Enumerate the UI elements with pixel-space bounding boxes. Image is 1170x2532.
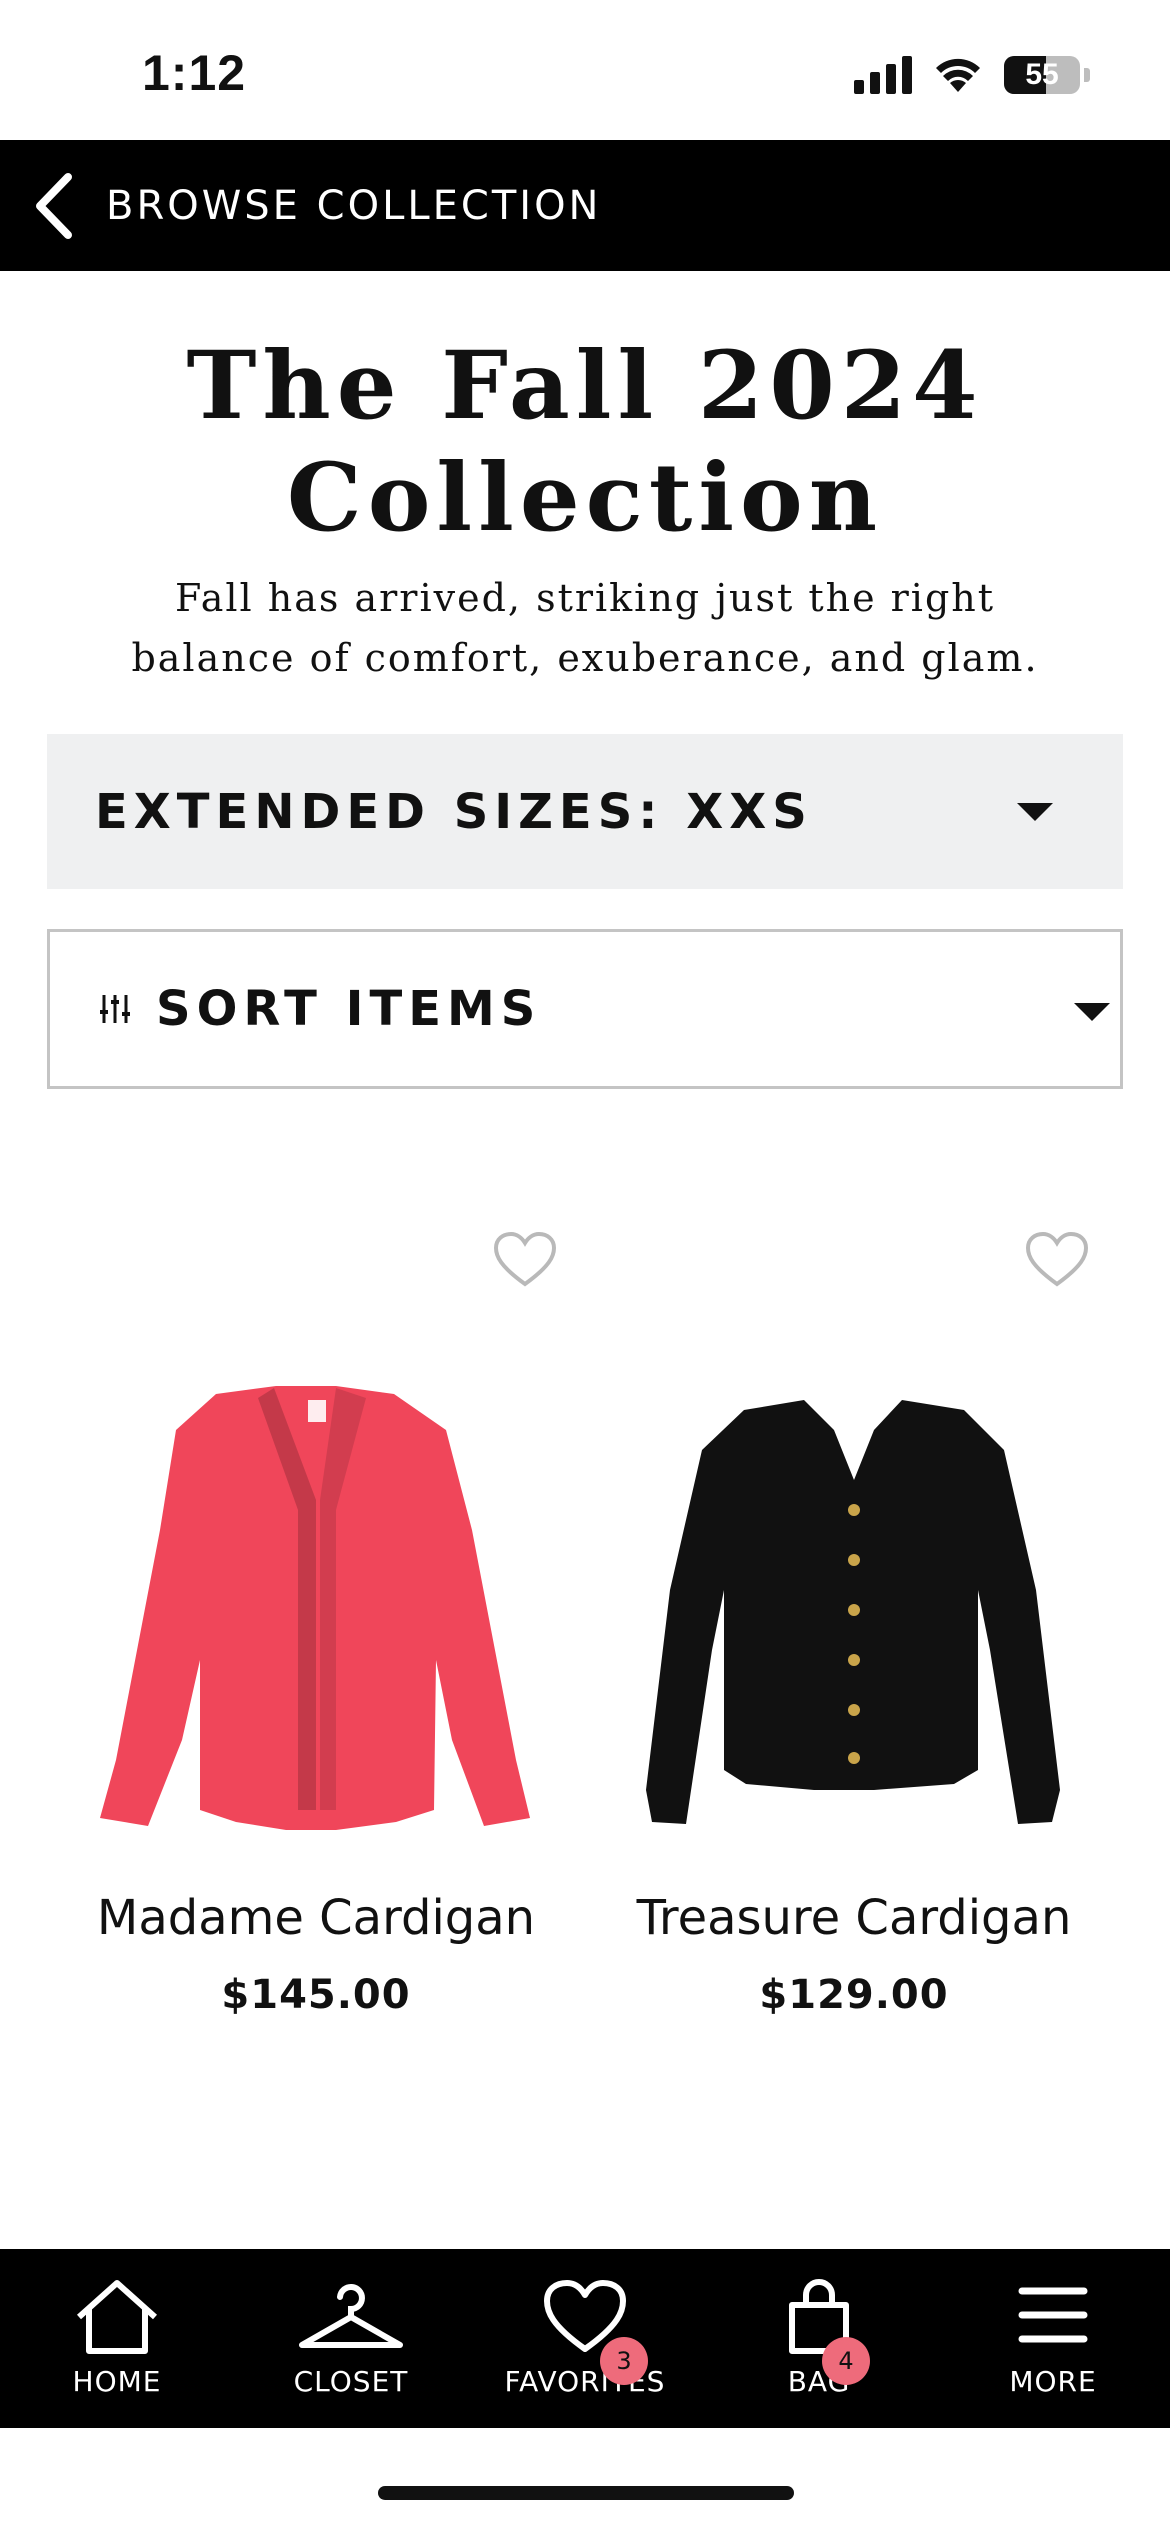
page-title: The Fall 2024 Collection: [186, 331, 984, 553]
size-filter-label: EXTENDED SIZES: XXS: [95, 783, 813, 840]
top-nav-bar: BROWSE COLLECTION: [0, 140, 1170, 271]
bottom-tab-bar: HOME CLOSET FAVORITES 3 BAG 4 MORE: [0, 2249, 1170, 2428]
chevron-left-icon: [36, 172, 72, 239]
heart-outline-icon: [493, 1231, 557, 1287]
favorite-button[interactable]: [492, 1230, 558, 1290]
favorite-button[interactable]: [1024, 1230, 1090, 1290]
signal-icon: [854, 56, 912, 94]
status-time: 1:12: [142, 45, 247, 101]
product-image[interactable]: [36, 1290, 596, 1990]
product-price: $145.00: [221, 1972, 411, 2018]
tab-home-label: HOME: [72, 2365, 162, 2398]
caret-down-icon: [1074, 1003, 1110, 1021]
home-indicator: [378, 2486, 794, 2500]
product-card[interactable]: Treasure Cardigan $129.00: [574, 1210, 1134, 2040]
product-image[interactable]: [574, 1290, 1134, 1990]
heart-outline-icon: [1025, 1231, 1089, 1287]
back-button-label: BROWSE COLLECTION: [106, 182, 602, 229]
product-card[interactable]: Madame Cardigan $145.00: [36, 1210, 596, 2040]
product-name[interactable]: Madame Cardigan: [36, 1890, 596, 1946]
tab-more-label: MORE: [1009, 2365, 1097, 2398]
tab-home[interactable]: HOME: [0, 2249, 234, 2428]
battery-icon: 55: [1004, 56, 1080, 94]
page-subtitle: Fall has arrived, striking just the righ…: [131, 576, 1039, 680]
back-button[interactable]: BROWSE COLLECTION: [0, 140, 601, 271]
home-icon: [76, 2280, 158, 2354]
sort-dropdown[interactable]: SORT ITEMS: [47, 929, 1123, 1089]
favorites-count-badge: 3: [600, 2337, 648, 2385]
tab-closet[interactable]: CLOSET: [234, 2249, 468, 2428]
battery-level: 55: [1025, 58, 1059, 91]
tab-more[interactable]: MORE: [936, 2249, 1170, 2428]
tab-closet-label: CLOSET: [293, 2365, 409, 2398]
tab-favorites[interactable]: FAVORITES 3: [468, 2249, 702, 2428]
sliders-icon: [100, 995, 130, 1023]
size-filter-dropdown[interactable]: EXTENDED SIZES: XXS: [47, 734, 1123, 889]
battery-nub: [1084, 68, 1090, 82]
menu-icon: [1018, 2287, 1088, 2343]
status-icons: 55: [854, 56, 1090, 94]
product-price: $129.00: [759, 1972, 949, 2018]
sort-label: SORT ITEMS: [156, 981, 542, 1037]
product-name[interactable]: Treasure Cardigan: [574, 1890, 1134, 1946]
caret-down-icon: [1017, 802, 1053, 821]
bag-count-badge: 4: [822, 2337, 870, 2385]
wifi-icon: [936, 58, 980, 92]
status-bar: 1:12 55: [0, 0, 1170, 140]
tab-bag[interactable]: BAG 4: [702, 2249, 936, 2428]
hanger-icon: [299, 2284, 403, 2348]
